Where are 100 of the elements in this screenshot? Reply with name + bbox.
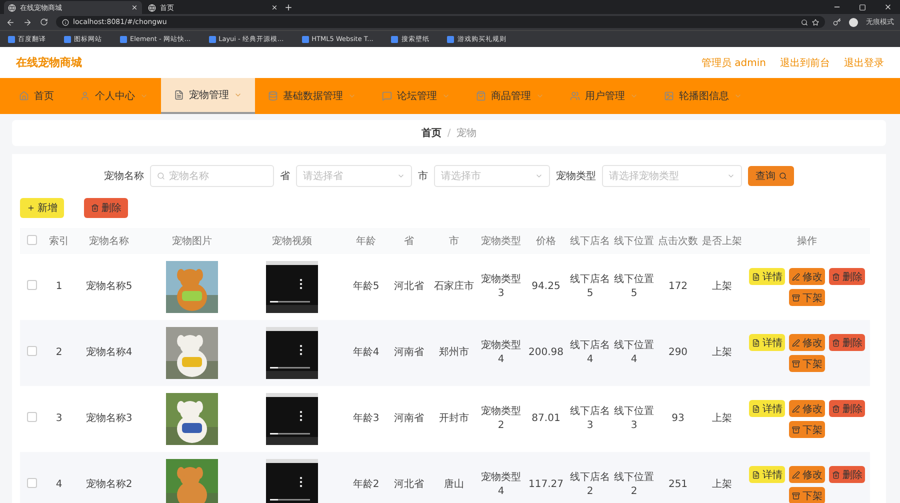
table-cell: 开封市 [439,412,469,426]
table-cell: 117.27 [528,478,564,492]
table-cell: 93 [672,412,684,426]
chevron-down-icon [140,92,148,100]
table-cell: 石家庄市 [434,280,474,294]
archive-icon [792,492,800,500]
column-header: 价格 [524,228,568,254]
forward-icon[interactable] [23,18,32,26]
close-icon[interactable] [271,4,278,11]
column-header: 索引 [44,228,74,254]
table-cell: 宠物类型4 [480,471,522,499]
breadcrumb-separator: / [447,128,451,138]
nav-tab[interactable]: 基础数据管理 [255,78,369,114]
column-header: 省 [388,228,430,254]
offshelf-button[interactable]: 下架 [789,289,825,306]
reload-icon[interactable] [40,18,48,26]
detail-button[interactable]: 详情 [749,400,785,417]
add-button[interactable]: 新增 [20,198,64,218]
chevron-down-icon [630,92,638,100]
archive-icon [792,426,800,434]
user-icon [80,91,90,101]
nav-tab[interactable]: 用户管理 [557,78,651,114]
column-header: 点击次数 [656,228,700,254]
nav-tab[interactable]: 个人中心 [67,78,161,114]
globe-icon [148,4,156,12]
checkbox[interactable] [27,346,37,356]
column-header: 宠物类型 [478,228,524,254]
edit-button[interactable]: 修改 [789,400,825,417]
search-button[interactable]: 查询 [748,166,794,186]
table-cell: 宠物名称4 [86,346,132,360]
offshelf-button[interactable]: 下架 [789,421,825,438]
column-header: 线下店名 [568,228,612,254]
nav-tab[interactable]: 论坛管理 [369,78,463,114]
maximize-icon[interactable] [859,4,866,11]
checkbox[interactable] [27,478,37,488]
trash-icon [832,338,840,346]
database-icon [268,91,278,101]
profile-avatar[interactable] [849,18,858,26]
edit-button[interactable]: 修改 [789,334,825,351]
nav-tab[interactable]: 商品管理 [463,78,557,114]
info-icon [62,18,69,26]
chevron-down-icon [234,91,242,99]
site-title: 在线宠物商城 [16,55,83,70]
delete-button[interactable]: 删除 [829,466,865,483]
pencil-icon [792,470,800,478]
delete-button[interactable]: 删除 [829,400,865,417]
breadcrumb-item[interactable]: 首页 [421,126,442,140]
breadcrumb-item: 宠物 [456,126,477,140]
edit-button[interactable]: 修改 [789,268,825,285]
table-cell: 172 [668,280,688,294]
table-cell: 线下位置4 [613,339,655,367]
star-icon[interactable] [812,18,819,26]
key-icon[interactable] [833,18,841,26]
checkbox[interactable] [27,412,37,422]
delete-button[interactable]: 删除 [829,334,865,351]
table-cell: 线下位置3 [613,405,655,433]
detail-button[interactable]: 详情 [749,268,785,285]
image-icon [664,91,674,101]
trash-icon [90,204,98,212]
table-cell: 年龄2 [352,478,380,492]
table-cell: 251 [668,478,688,492]
archive-icon [792,360,800,368]
nav-tab[interactable]: 轮播图信息 [651,78,755,114]
chevron-down-icon [734,92,742,100]
trash-icon [832,404,840,412]
search-icon[interactable] [801,18,808,26]
nav-tab[interactable]: 首页 [6,78,67,114]
table-cell: 上架 [712,412,732,426]
checkbox[interactable] [27,280,37,290]
back-icon[interactable] [6,18,15,26]
delete-button[interactable]: 删除 [84,198,128,218]
globe-icon [8,4,16,12]
document-icon [752,272,760,280]
table-cell: 线下店名3 [569,405,611,433]
edit-button[interactable]: 修改 [789,466,825,483]
close-icon[interactable] [131,4,138,11]
table-cell: 宠物名称5 [86,280,132,294]
table-cell: 上架 [712,478,732,492]
trash-icon [832,272,840,280]
close-icon[interactable] [884,3,892,11]
delete-button[interactable]: 删除 [829,268,865,285]
chevron-down-icon [397,172,405,180]
detail-button[interactable]: 详情 [749,466,785,483]
chevron-down-icon [535,172,543,180]
new-tab-icon[interactable] [284,3,293,12]
offshelf-button[interactable]: 下架 [789,355,825,372]
column-header: 市 [430,228,478,254]
table-cell: 2 [56,346,62,360]
table-cell: 87.01 [532,412,560,426]
offshelf-button[interactable]: 下架 [789,487,825,503]
table-cell: 河南省 [394,346,424,360]
table-cell: 94.25 [532,280,560,294]
checkbox[interactable] [27,234,37,244]
table-cell: 上架 [712,346,732,360]
detail-button[interactable]: 详情 [749,334,785,351]
table-cell: 线下店名4 [569,339,611,367]
table-cell: 线下店名2 [569,471,611,499]
filter-label: 市 [418,170,428,183]
nav-tab[interactable]: 宠物管理 [161,78,255,114]
column-header: 操作 [744,228,870,254]
